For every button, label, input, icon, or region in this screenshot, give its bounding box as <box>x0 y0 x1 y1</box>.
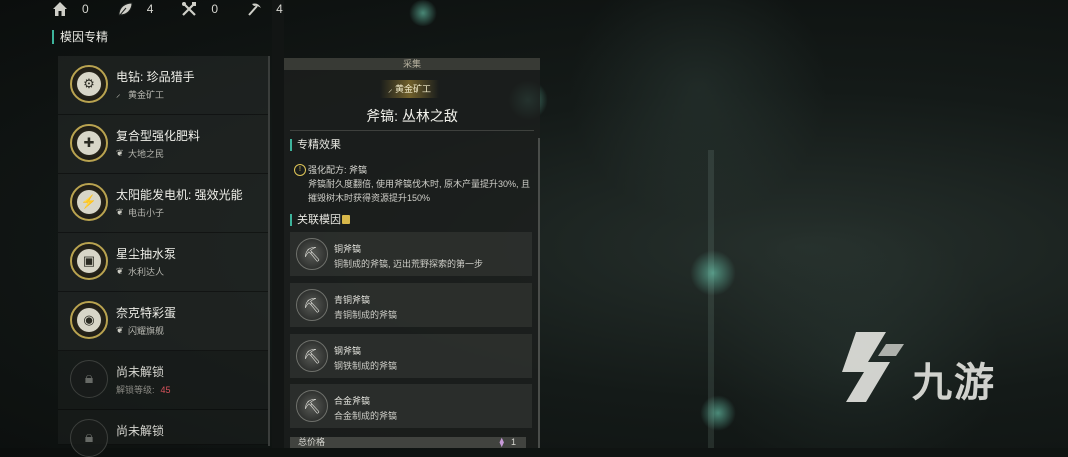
panel-scrollbar[interactable] <box>538 138 540 448</box>
item-name: 星尘抽水泵 <box>116 247 177 261</box>
item-tag: ❦ 闪耀旗舰 <box>116 325 165 337</box>
pickaxe-icon: ⸝ <box>116 89 121 99</box>
leaf-icon: ❦ <box>116 325 124 335</box>
detail-title: 斧镐: 丛林之敌 <box>366 108 458 124</box>
gene-item[interactable]: ⛏ 青铜斧镐 青铜制成的斧镐 <box>290 283 532 327</box>
item-name: 尚未解锁 <box>116 424 165 438</box>
axe-icon: ⛏ <box>296 238 328 270</box>
lock-icon <box>342 215 350 224</box>
list-item[interactable]: ◉ 奈克特彩蛋 ❦ 闪耀旗舰 <box>58 292 268 351</box>
gene-description: 合金制成的斧镐 <box>334 411 398 421</box>
fertilizer-icon: ✚ <box>70 124 108 162</box>
list-item-locked[interactable]: 🔒︎ 尚未解锁 解锁等级: 45 <box>58 351 268 410</box>
unlock-level-value: 45 <box>160 384 171 395</box>
resource-value: 0 <box>82 2 89 16</box>
list-item[interactable]: ▣ 星尘抽水泵 ❦ 水利达人 <box>58 233 268 292</box>
divider <box>290 130 534 131</box>
pickaxe-icon <box>248 3 262 16</box>
scene-glow <box>690 250 736 296</box>
generator-icon: ⚡ <box>70 183 108 221</box>
tools-icon <box>182 2 197 16</box>
detail-panel: 采集 ⸝ 黄金矿工 斧镐: 丛林之敌 专精效果 ! 强化配方: 斧镐 斧镐耐久度… <box>284 58 540 448</box>
meme-list: ⚙ 电钻: 珍品猎手 ⸝ 黄金矿工 ✚ 复合型强化肥料 ❦ 大地之民 ⚡ 太阳能发电… <box>58 56 268 457</box>
gene-item[interactable]: ⛏ 铜斧镐 铜制成的斧镐, 迈出荒野探索的第一步 <box>290 232 532 276</box>
pump-icon: ▣ <box>70 242 108 280</box>
gene-name: 青铜斧镐 <box>334 295 371 305</box>
item-tag: ❦ 大地之民 <box>116 148 165 160</box>
item-name: 电钻: 珍品猎手 <box>116 70 195 84</box>
total-value: 1 <box>510 437 516 447</box>
total-price: 总价格 ⧫ 1 <box>290 437 526 448</box>
scene-glow <box>700 395 736 431</box>
item-tag: ❦ 电击小子 <box>116 207 165 219</box>
list-item[interactable]: ✚ 复合型强化肥料 ❦ 大地之民 <box>58 115 268 174</box>
unlock-level: 解锁等级: 45 <box>116 384 171 396</box>
effect-description: 斧镐耐久度翻倍, 使用斧镐伐木时, 原木产量提升30%, 且摧毁树木时获得资源提… <box>308 179 531 203</box>
pickaxe-icon: ⸝ <box>388 84 396 94</box>
resource-pickaxe: 4 <box>246 1 283 17</box>
gene-description: 青铜制成的斧镐 <box>334 310 398 320</box>
item-tag: ❦ 水利达人 <box>116 266 165 278</box>
resource-leaf: 4 <box>117 1 154 17</box>
genes-section-title: 关联模因 <box>290 214 341 226</box>
effect-section-title: 专精效果 <box>290 139 341 151</box>
item-name: 复合型强化肥料 <box>116 129 201 143</box>
background-divider <box>272 0 284 448</box>
gene-name: 钢斧镐 <box>334 346 362 356</box>
resource-house: 0 <box>52 1 89 17</box>
leaf-icon <box>118 2 133 16</box>
leaf-icon: ❦ <box>116 148 124 158</box>
gene-name: 合金斧镐 <box>334 396 371 406</box>
list-scrollbar[interactable] <box>268 56 270 446</box>
item-name: 太阳能发电机: 强效光能 <box>116 188 243 202</box>
leaf-icon: ❦ <box>116 207 124 217</box>
gene-name: 铜斧镐 <box>334 244 362 254</box>
axe-icon: ⛏ <box>296 340 328 372</box>
info-icon: ! <box>294 164 306 176</box>
category-label: 采集 <box>402 59 421 69</box>
drill-icon: ⚙ <box>70 65 108 103</box>
watermark-logo: 九游 <box>912 361 996 405</box>
list-item[interactable]: ⚡ 太阳能发电机: 强效光能 ❦ 电击小子 <box>58 174 268 233</box>
resource-value: 0 <box>211 2 219 16</box>
item-name: 尚未解锁 <box>116 365 165 379</box>
resource-tools: 0 <box>181 1 218 17</box>
gene-description: 铜制成的斧镐, 迈出荒野探索的第一步 <box>334 259 484 269</box>
list-item-locked[interactable]: 🔒︎ 尚未解锁 <box>58 410 268 457</box>
total-label: 总价格 <box>298 437 326 447</box>
gene-item[interactable]: ⛏ 钢斧镐 钢铁制成的斧镐 <box>290 334 532 378</box>
scene-glow <box>408 0 438 26</box>
effect-name: 强化配方: 斧镐 <box>308 165 368 175</box>
list-item[interactable]: ⚙ 电钻: 珍品猎手 ⸝ 黄金矿工 <box>58 56 268 115</box>
crystal-icon: ⧫ <box>499 437 504 447</box>
egg-icon: ◉ <box>70 301 108 339</box>
section-title: 模因专精 <box>52 30 108 44</box>
house-icon <box>53 2 67 16</box>
gene-description: 钢铁制成的斧镐 <box>334 361 398 371</box>
leaf-icon: ❦ <box>116 266 124 276</box>
lock-icon: 🔒︎ <box>70 360 108 398</box>
gene-item[interactable]: ⛏ 合金斧镐 合金制成的斧镐 <box>290 384 532 428</box>
resource-bar: 0 4 0 4 <box>52 0 311 18</box>
resource-value: 4 <box>146 2 154 16</box>
resource-value: 4 <box>276 2 283 16</box>
item-tag: ⸝ 黄金矿工 <box>116 89 165 101</box>
lock-icon: 🔒︎ <box>70 419 108 457</box>
axe-icon: ⛏ <box>296 289 328 321</box>
item-name: 奈克特彩蛋 <box>116 306 177 320</box>
axe-icon: ⛏ <box>296 390 328 422</box>
profession-badge: ⸝ 黄金矿工 <box>380 80 440 98</box>
